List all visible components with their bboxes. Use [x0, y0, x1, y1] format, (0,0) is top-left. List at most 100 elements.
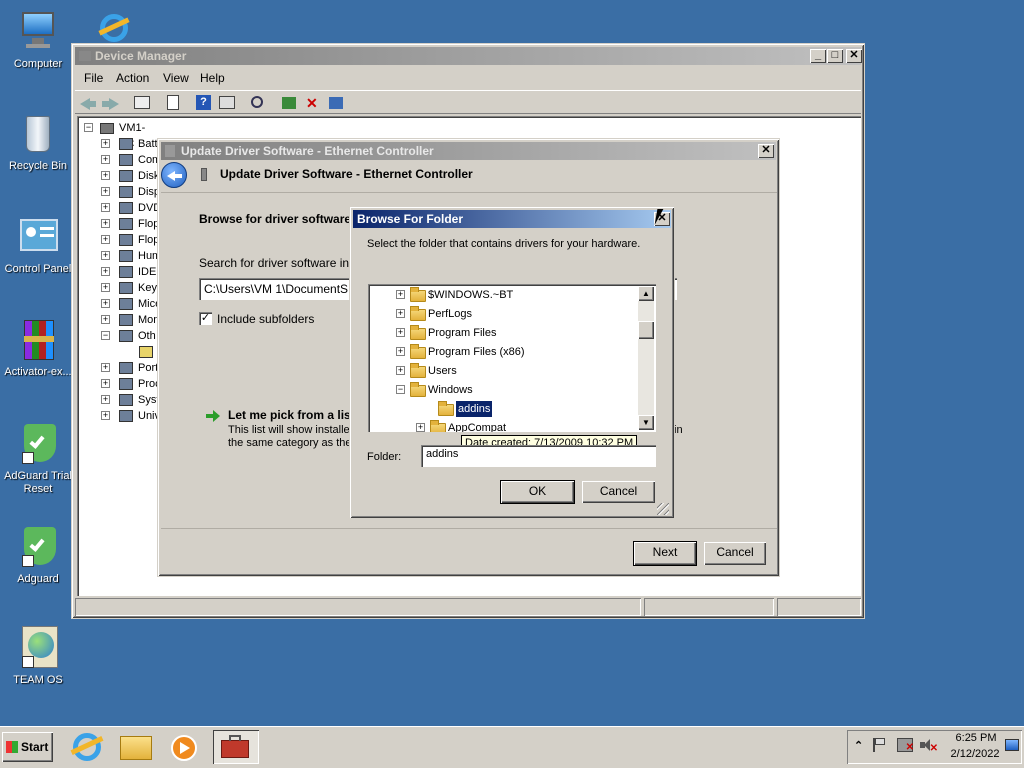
- uninstall-icon[interactable]: ✕: [304, 94, 322, 110]
- folder-name: Windows: [428, 384, 473, 396]
- maximize-button[interactable]: □: [827, 49, 843, 63]
- device-icon: [119, 186, 133, 198]
- properties-icon[interactable]: [164, 94, 182, 110]
- desktop-icon-team-os[interactable]: TEAM OS: [0, 626, 78, 687]
- show-hide-console-icon[interactable]: [133, 94, 151, 110]
- collapse-icon[interactable]: −: [84, 123, 93, 132]
- desktop-icon-adguard[interactable]: Adguard: [0, 525, 78, 586]
- expand-icon[interactable]: +: [396, 290, 405, 299]
- folder-icon: [410, 344, 426, 359]
- ok-button[interactable]: OK: [500, 480, 575, 504]
- device-icon: [119, 378, 133, 390]
- expand-icon[interactable]: +: [396, 347, 405, 356]
- menu-view[interactable]: View: [163, 71, 189, 85]
- close-button[interactable]: ✕: [758, 144, 774, 158]
- device-manager-titlebar[interactable]: Device Manager: [75, 47, 861, 65]
- collapse-icon[interactable]: −: [101, 331, 110, 340]
- expand-icon[interactable]: +: [101, 187, 110, 196]
- action-center-flag-icon[interactable]: [873, 738, 887, 752]
- next-button[interactable]: Next: [633, 541, 697, 566]
- expand-icon[interactable]: +: [101, 171, 110, 180]
- start-button[interactable]: Start: [2, 732, 53, 762]
- show-desktop-icon[interactable]: [1005, 739, 1019, 751]
- expand-icon[interactable]: +: [101, 315, 110, 324]
- collapse-icon[interactable]: −: [396, 385, 405, 394]
- minimize-button[interactable]: _: [810, 49, 826, 63]
- menu-action[interactable]: Action: [116, 71, 149, 85]
- update-driver-icon[interactable]: [280, 94, 298, 110]
- action-pane-icon[interactable]: [218, 94, 236, 110]
- wizard-cancel-button[interactable]: Cancel: [704, 542, 766, 565]
- network-icon[interactable]: ✕: [897, 738, 914, 753]
- expand-icon[interactable]: +: [101, 219, 110, 228]
- device-icon: [119, 234, 133, 246]
- desktop-icon-computer[interactable]: Computer: [0, 10, 78, 71]
- expand-icon[interactable]: +: [101, 267, 110, 276]
- clock-time[interactable]: 6:25 PM: [952, 732, 1000, 744]
- status-pane-2: [644, 598, 774, 616]
- folder-icon: [430, 420, 446, 432]
- desktop-icon-recycle-bin[interactable]: Recycle Bin: [0, 112, 78, 173]
- expand-icon[interactable]: +: [101, 395, 110, 404]
- back-icon[interactable]: [80, 94, 98, 110]
- expand-icon[interactable]: +: [101, 283, 110, 292]
- wizard-footer-divider: [161, 528, 777, 529]
- folder-label: Folder:: [367, 451, 402, 463]
- folder-tree-scrollbar[interactable]: ▲ ▼: [638, 286, 654, 430]
- computer-icon: [79, 51, 91, 61]
- expand-icon[interactable]: +: [101, 155, 110, 164]
- expand-icon[interactable]: +: [416, 423, 425, 432]
- folder-instruction: Select the folder that contains drivers …: [367, 238, 641, 250]
- pick-from-list-link[interactable]: Let me pick from a lis: [228, 408, 351, 422]
- volume-icon[interactable]: ✕: [920, 738, 938, 754]
- browse-folder-titlebar[interactable]: Browse For Folder: [353, 210, 671, 228]
- device-manager-taskbar-button[interactable]: [213, 730, 259, 764]
- desktop-icon-activator[interactable]: Activator-ex...: [0, 318, 78, 379]
- clock-date[interactable]: 2/12/2022: [946, 748, 1004, 760]
- expand-icon[interactable]: +: [101, 235, 110, 244]
- close-button[interactable]: ✕: [846, 49, 862, 63]
- include-subfolders-checkbox[interactable]: ✓: [199, 312, 212, 325]
- scroll-thumb[interactable]: [638, 321, 654, 339]
- ie-taskbar-button[interactable]: [68, 730, 110, 764]
- expand-icon[interactable]: +: [101, 203, 110, 212]
- device-icon: [119, 314, 133, 326]
- toolbar: [75, 90, 861, 114]
- folder-tree[interactable]: + $WINDOWS.~BT + PerfLogs + Program Files + Pro…: [368, 284, 656, 432]
- scan-hardware-icon[interactable]: [249, 94, 267, 110]
- media-player-taskbar-button[interactable]: [163, 730, 205, 764]
- browse-heading: Browse for driver software: [199, 212, 352, 226]
- device-icon: [119, 410, 133, 422]
- scroll-up-button[interactable]: ▲: [638, 286, 654, 301]
- device-icon: [119, 170, 133, 182]
- device-icon: [119, 266, 133, 278]
- expand-icon[interactable]: +: [101, 251, 110, 260]
- forward-icon[interactable]: [102, 94, 120, 110]
- expand-icon[interactable]: +: [101, 411, 110, 420]
- update-driver-titlebar[interactable]: Update Driver Software - Ethernet Contro…: [161, 142, 776, 160]
- pick-desc-tail: in: [674, 424, 683, 436]
- expand-icon[interactable]: +: [101, 299, 110, 308]
- expand-icon[interactable]: +: [396, 328, 405, 337]
- expand-icon[interactable]: +: [396, 366, 405, 375]
- back-button[interactable]: [161, 162, 187, 188]
- folder-input[interactable]: addins: [421, 445, 656, 467]
- expand-icon[interactable]: +: [101, 139, 110, 148]
- desktop-icon-adguard-trial-reset[interactable]: AdGuard Trial Reset: [0, 422, 78, 496]
- disable-icon[interactable]: [327, 94, 345, 110]
- menu-file[interactable]: File: [84, 71, 103, 85]
- expand-icon[interactable]: +: [101, 379, 110, 388]
- resize-grip-icon[interactable]: [657, 503, 669, 515]
- folder-icon: [410, 363, 426, 378]
- ie-desktop-icon[interactable]: [96, 12, 132, 42]
- desktop-icon-control-panel[interactable]: Control Panel: [0, 215, 78, 276]
- expand-icon[interactable]: +: [396, 309, 405, 318]
- scroll-down-button[interactable]: ▼: [638, 415, 654, 430]
- browse-cancel-button[interactable]: Cancel: [582, 481, 655, 503]
- folder-name: AppCompat: [448, 422, 507, 432]
- menu-help[interactable]: Help: [200, 71, 225, 85]
- help-icon[interactable]: ?: [195, 94, 213, 110]
- show-hidden-icons-icon[interactable]: ⌃: [854, 739, 863, 752]
- explorer-taskbar-button[interactable]: [116, 730, 158, 764]
- expand-icon[interactable]: +: [101, 363, 110, 372]
